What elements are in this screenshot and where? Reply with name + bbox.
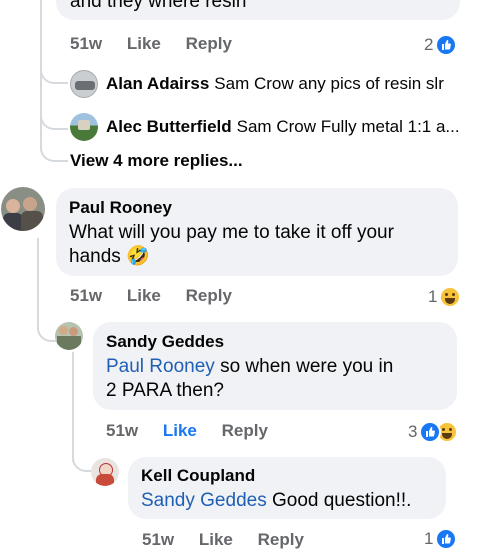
reaction-summary[interactable]: 1 <box>428 286 462 308</box>
comment-bubble: Paul Rooney What will you pay me to take… <box>56 188 458 276</box>
like-reaction-icon <box>435 528 458 550</box>
comment-author[interactable]: Paul Rooney <box>69 198 172 218</box>
reply-author[interactable]: Alec Butterfield <box>106 117 232 137</box>
comment-bubble: and they where resin <box>56 0 460 20</box>
reaction-summary[interactable]: 3 <box>408 421 459 443</box>
reply-body: Good question!!. <box>266 490 412 511</box>
haha-reaction-icon <box>439 286 462 308</box>
reply-author[interactable]: Sandy Geddes <box>106 332 224 352</box>
collapsed-reply[interactable]: Alec Butterfield Sam Crow Fully metal 1:… <box>70 113 460 141</box>
reply-actions: 51w Like Reply <box>142 530 324 550</box>
thread-connector <box>40 60 68 84</box>
avatar[interactable] <box>70 113 98 141</box>
reply-bubble: Sandy Geddes Paul Rooney so when were yo… <box>93 322 457 410</box>
reaction-count: 3 <box>408 422 418 441</box>
reply-preview: Sam Crow Fully metal 1:1 a... <box>236 117 460 136</box>
reaction-summary[interactable]: 1 <box>424 528 458 550</box>
reaction-summary[interactable]: 2 <box>424 34 458 56</box>
comment-actions: 51w Like Reply <box>70 34 252 54</box>
like-button[interactable]: Like <box>163 421 197 440</box>
like-reaction-icon <box>435 34 458 56</box>
reply-button[interactable]: Reply <box>186 286 232 305</box>
timestamp[interactable]: 51w <box>106 421 138 440</box>
comment-actions: 51w Like Reply <box>70 286 252 306</box>
timestamp[interactable]: 51w <box>142 530 174 549</box>
reply-bubble: Kell Coupland Sandy Geddes Good question… <box>128 457 446 519</box>
thread-line <box>37 238 39 330</box>
mention-link[interactable]: Paul Rooney <box>106 356 215 377</box>
view-more-replies-link[interactable]: View 4 more replies... <box>70 151 243 171</box>
reply-actions: 51w Like Reply <box>106 421 288 441</box>
like-button[interactable]: Like <box>199 530 233 549</box>
timestamp[interactable]: 51w <box>70 34 102 53</box>
reply-text: Sandy Geddes Good question!!. <box>141 489 411 513</box>
thread-connector <box>40 140 68 162</box>
collapsed-reply[interactable]: Alan Adairss Sam Crow any pics of resin … <box>70 70 444 98</box>
thread-line <box>72 352 74 462</box>
avatar[interactable] <box>55 322 83 350</box>
reply-button[interactable]: Reply <box>258 530 304 549</box>
rofl-emoji: 🤣 <box>126 246 150 267</box>
timestamp[interactable]: 51w <box>70 286 102 305</box>
reaction-count: 1 <box>424 529 434 548</box>
reply-author[interactable]: Kell Coupland <box>141 466 255 486</box>
avatar[interactable] <box>1 187 45 231</box>
thread-connector <box>40 100 68 130</box>
like-button[interactable]: Like <box>127 286 161 305</box>
reply-author[interactable]: Alan Adairss <box>106 74 209 94</box>
avatar[interactable] <box>91 458 119 486</box>
reply-button[interactable]: Reply <box>186 34 232 53</box>
reply-preview: Sam Crow any pics of resin slr <box>214 74 444 93</box>
thread-connector <box>37 318 57 342</box>
thread-connector <box>72 448 92 472</box>
comment-text: What will you pay me to take it off your… <box>69 221 449 269</box>
reply-text: Paul Rooney so when were you in 2 PARA t… <box>106 355 406 403</box>
comment-text: and they where resin <box>70 0 247 12</box>
reply-button[interactable]: Reply <box>222 421 268 440</box>
mention-link[interactable]: Sandy Geddes <box>141 490 267 511</box>
like-button[interactable]: Like <box>127 34 161 53</box>
reaction-count: 2 <box>424 35 434 54</box>
reaction-count: 1 <box>428 287 438 306</box>
comment-body: What will you pay me to take it off your… <box>69 222 394 267</box>
avatar[interactable] <box>70 70 98 98</box>
